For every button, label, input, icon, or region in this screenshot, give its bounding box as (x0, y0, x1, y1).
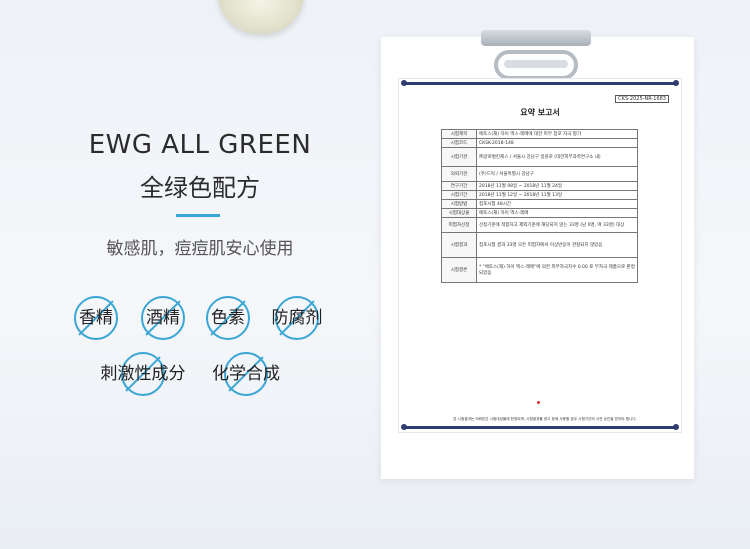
row-key: 피험자선정 (441, 217, 477, 233)
row-value: 2018년 11월 12일 ~ 2018년 11월 13일 (476, 190, 638, 200)
badge-label: 色素 (211, 308, 245, 328)
row-key: 의뢰기관 (441, 166, 477, 182)
accent-divider (176, 214, 220, 217)
badge-no-fragrance: 香精 (73, 296, 119, 340)
badge-no-pigment: 色素 (205, 296, 251, 340)
row-value: 에토스(재) 하이 엑스-레메에 대한 피부 첩포 자극 평가 (476, 129, 638, 139)
table-row: 시험결과 첩포시험 결과 33명 모든 피험자에서 이상반응이 관찰되지 않았음 (441, 232, 638, 258)
row-key: 시험기관 (441, 147, 477, 167)
red-seal-mark (537, 401, 540, 404)
row-key: 시험기간 (441, 190, 477, 200)
badge-label: 防腐剂 (271, 308, 323, 328)
table-row: 시험제목 에토스(재) 하이 엑스-레메에 대한 피부 첩포 자극 평가 (441, 129, 638, 139)
row-value: CKSK-2018-148 (476, 138, 638, 148)
table-row: 시험대상물 에토스(재) 하이 엑스-레메 (441, 208, 638, 218)
badge-label: 化学合成 (212, 364, 280, 384)
row-key: 시험제목 (441, 129, 477, 139)
row-key: 시험결과 (441, 232, 477, 258)
document-title: 요약 보고서 (520, 108, 560, 117)
row-key: 시험결론 (441, 257, 477, 283)
document-number: CKS-2025-NR-1683 (615, 95, 669, 103)
headline-english: EWG ALL GREEN (88, 130, 312, 160)
document-bottom-border (401, 424, 679, 430)
badge-no-irritant: 刺激性成分 (94, 352, 192, 396)
report-table: 시험제목 에토스(재) 하이 엑스-레메에 대한 피부 첩포 자극 평가 시험코드… (441, 129, 638, 283)
badge-no-chemical: 化学合成 (206, 352, 286, 396)
product-jar-image (218, 0, 304, 34)
badge-no-alcohol: 酒精 (140, 296, 186, 340)
row-value: 2018년 11월 08일 ~ 2018년 11월 24일 (476, 181, 638, 191)
badge-label: 香精 (79, 308, 113, 328)
row-key: 시험코드 (441, 138, 477, 148)
test-report-document: CKS-2025-NR-1683 요약 보고서 시험제목 에토스(재) 하이 엑스… (398, 78, 682, 433)
row-value: ㈜글로벌킨제스 / 서울시 강남구 일원로 (대한피부과학연구소 내) (476, 147, 638, 167)
table-row: 시험기관 ㈜글로벌킨제스 / 서울시 강남구 일원로 (대한피부과학연구소 내) (441, 147, 638, 167)
table-row: 시험기간 2018년 11월 12일 ~ 2018년 11월 13일 (441, 190, 638, 200)
table-row: 연구기간 2018년 11월 08일 ~ 2018년 11월 24일 (441, 181, 638, 191)
document-footer: 본 시험결과는 의뢰받은 시험대상물에 한정되며, 시험결과를 광고 등에 사용… (453, 417, 637, 421)
table-row: 시험결론 * "에토스(재) 하이 엑스-레메"에 의한 피부자극지수 0.00 … (441, 257, 638, 283)
table-row: 피험자선정 선정기준에 적합하고 제외기준에 해당되지 않는 33명 (남 0명,… (441, 217, 638, 233)
row-value: 첩포시험 48시간 (476, 199, 638, 209)
badge-label: 刺激性成分 (100, 364, 186, 384)
clipboard-clip (481, 30, 591, 46)
badge-label: 酒精 (146, 308, 180, 328)
clipboard-ring (494, 50, 578, 80)
table-row: 의뢰기관 (주)드럭 / 서울특별시 강남구 (441, 166, 638, 182)
row-key: 시험방법 (441, 199, 477, 209)
row-value: 선정기준에 적합하고 제외기준에 해당되지 않는 33명 (남 0명, 여 33… (476, 217, 638, 233)
row-value: 첩포시험 결과 33명 모든 피험자에서 이상반응이 관찰되지 않았음 (476, 232, 638, 258)
document-top-border (401, 80, 679, 86)
row-value: 에토스(재) 하이 엑스-레메 (476, 208, 638, 218)
subtitle: 敏感肌，痘痘肌安心使用 (106, 239, 294, 259)
headline-chinese: 全绿色配方 (140, 174, 260, 202)
badge-no-preservative: 防腐剂 (267, 296, 327, 340)
row-value: (주)드럭 / 서울특별시 강남구 (476, 166, 638, 182)
table-row: 시험코드 CKSK-2018-148 (441, 138, 638, 148)
row-key: 시험대상물 (441, 208, 477, 218)
row-value: * "에토스(재) 하이 엑스-레메"에 의한 피부자극지수 0.00 로 무자… (476, 257, 638, 283)
row-key: 연구기간 (441, 181, 477, 191)
table-row: 시험방법 첩포시험 48시간 (441, 199, 638, 209)
